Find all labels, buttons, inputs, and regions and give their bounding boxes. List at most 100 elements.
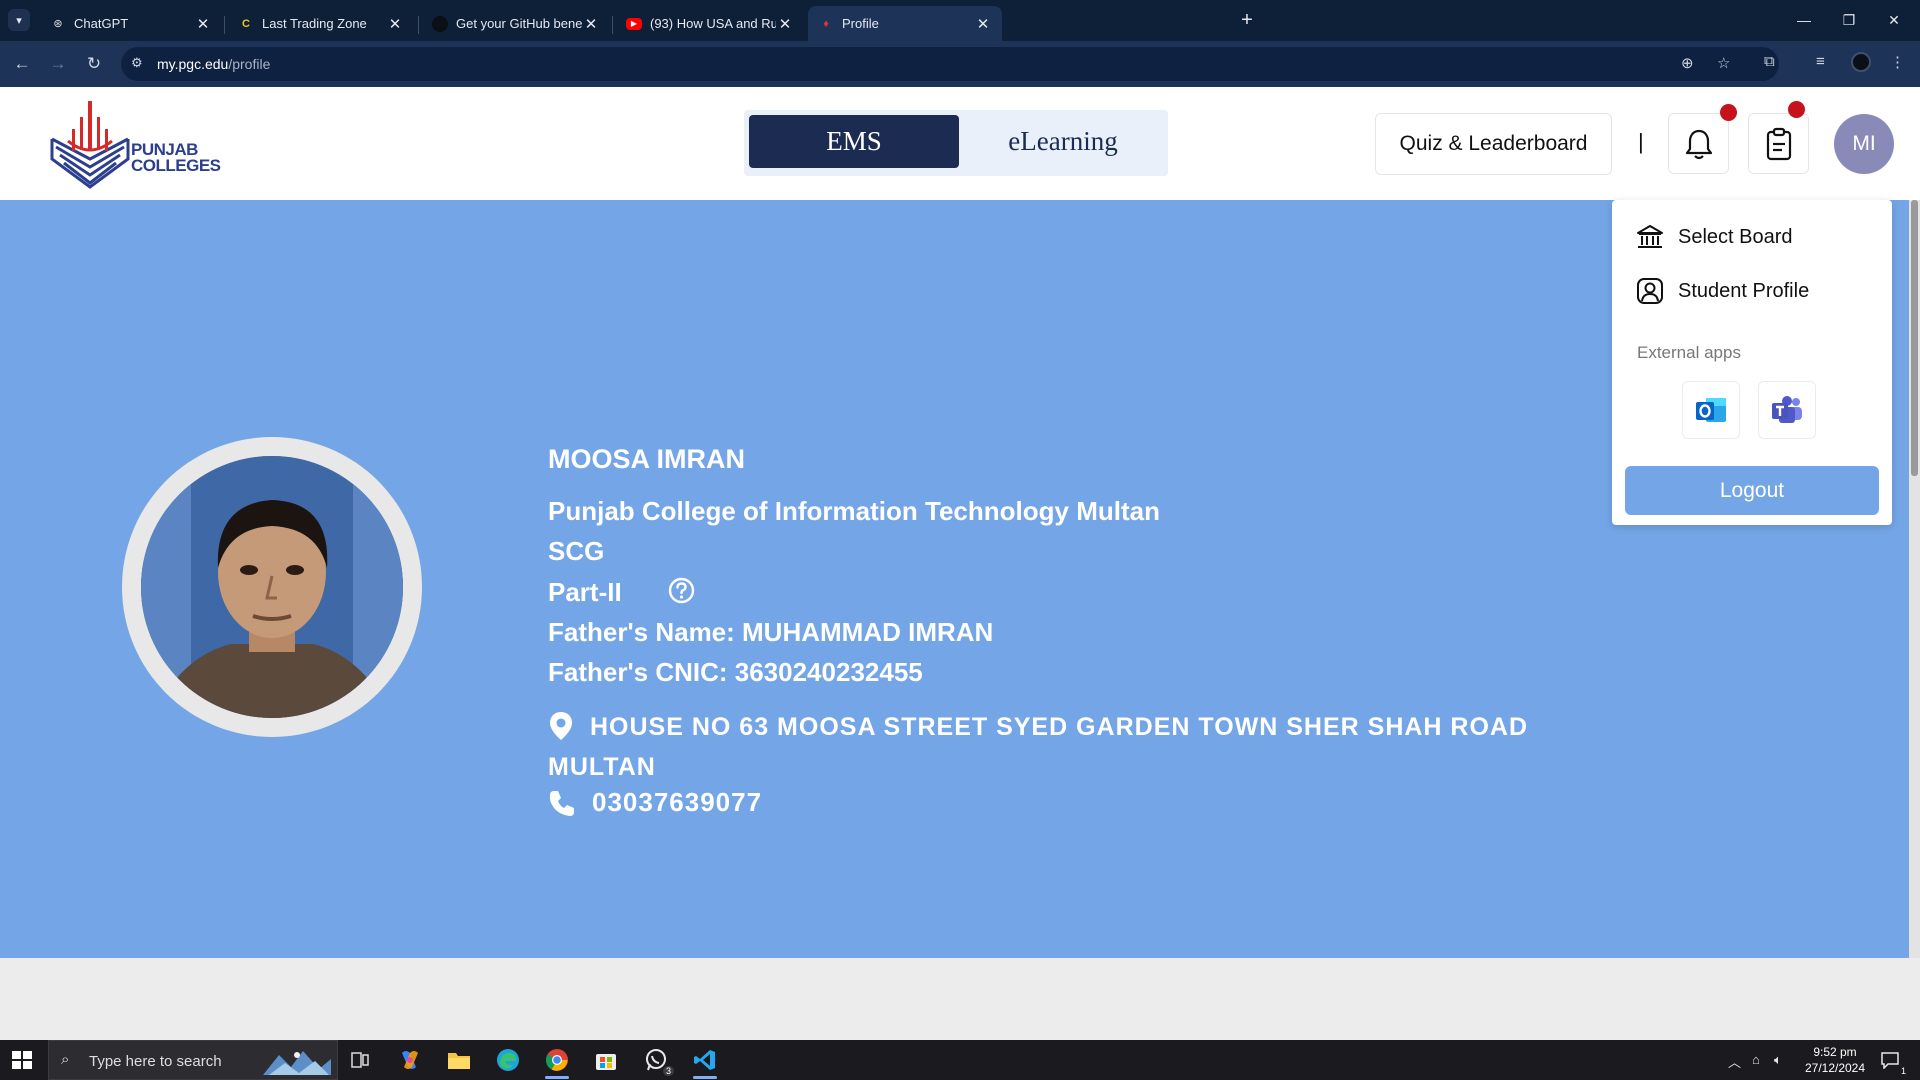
tab-search-chevron-icon[interactable]: ▾ — [8, 9, 30, 31]
portal-switcher: EMS eLearning — [744, 110, 1168, 176]
browser-profile-icon[interactable] — [1851, 52, 1871, 72]
minimize-button[interactable]: — — [1784, 8, 1824, 32]
windows-start-icon[interactable] — [12, 1051, 32, 1069]
forward-icon[interactable]: → — [46, 52, 70, 76]
address-text: HOUSE NO 63 MOOSA STREET SYED GARDEN TOW… — [548, 713, 1529, 781]
tab-close-icon[interactable]: ✕ — [582, 15, 600, 33]
browser-toolbar: ← → ↻ ⚙ my.pgc.edu/profile ⊕ ☆ ⧉ ≡ ⋮ — [0, 41, 1920, 87]
tab-github-benefits[interactable]: Get your GitHub benefits - GitH ✕ — [422, 6, 610, 41]
url-text: my.pgc.edu/profile — [157, 56, 270, 72]
system-clock[interactable]: 9:52 pm 27/12/2024 — [1800, 1044, 1870, 1076]
phone-icon — [549, 790, 574, 816]
chrome-browser-icon[interactable] — [539, 1044, 575, 1079]
logo-wordmark: PUNJAB COLLEGES — [131, 141, 221, 175]
volume-icon[interactable]: 🔈︎ — [1774, 1052, 1782, 1068]
bank-icon — [1637, 225, 1663, 248]
taskbar-search-box[interactable]: ⌕ Type here to search — [48, 1040, 338, 1080]
site-info-icon[interactable]: ⚙ — [131, 55, 143, 71]
search-highlight-art-icon — [263, 1051, 331, 1075]
address-bar[interactable]: ⚙ my.pgc.edu/profile ⊕ ☆ — [121, 47, 1779, 81]
menu-dots-icon[interactable]: ⋮ — [1890, 53, 1905, 71]
tab-close-icon[interactable]: ✕ — [974, 15, 992, 33]
phone-row: 03037639077 — [548, 787, 762, 818]
star-icon[interactable]: ☆ — [1717, 54, 1730, 72]
select-board-label: Select Board — [1678, 225, 1793, 248]
part-label: Part-II — [548, 577, 622, 607]
tasks-alert-dot — [1788, 101, 1805, 118]
select-board-item[interactable]: Select Board — [1636, 223, 1793, 251]
logout-button[interactable]: Logout — [1625, 466, 1879, 515]
back-icon[interactable]: ← — [10, 52, 34, 76]
edge-browser-icon[interactable] — [490, 1044, 526, 1076]
search-icon: ⌕ — [61, 1051, 70, 1068]
clipboard-icon — [1766, 127, 1791, 160]
url-path: /profile — [228, 56, 271, 72]
tab-separator — [224, 16, 225, 34]
network-icon[interactable]: ⌂ — [1752, 1052, 1760, 1067]
bell-icon — [1685, 129, 1712, 159]
tab-youtube[interactable]: ▶ (93) How USA and Russia Foug ✕ — [616, 6, 804, 41]
tab-close-icon[interactable]: ✕ — [386, 15, 404, 33]
college-name: Punjab College of Information Technology… — [548, 496, 1160, 526]
browser-tabstrip: ▾ ⊛ ChatGPT ✕ C Last Trading Zone ✕ Get … — [0, 0, 1920, 41]
address-row: HOUSE NO 63 MOOSA STREET SYED GARDEN TOW… — [548, 707, 1568, 787]
task-view-icon[interactable] — [342, 1044, 378, 1076]
tab-close-icon[interactable]: ✕ — [194, 15, 212, 33]
tab-last-trading-zone[interactable]: C Last Trading Zone ✕ — [228, 6, 414, 41]
teams-icon — [1772, 396, 1802, 423]
tab-close-icon[interactable]: ✕ — [776, 15, 794, 33]
tasks-button[interactable] — [1748, 113, 1809, 174]
notification-count: 1 — [1900, 1066, 1906, 1076]
tab-separator — [418, 16, 419, 34]
close-window-button[interactable]: ✕ — [1874, 8, 1914, 32]
logo-line-2: COLLEGES — [131, 156, 221, 175]
father-name: Father's Name: MUHAMMAD IMRAN — [548, 617, 994, 647]
tab-chatgpt[interactable]: ⊛ ChatGPT ✕ — [40, 6, 222, 41]
page-scrollbar-thumb[interactable] — [1911, 200, 1918, 476]
profile-photo — [141, 456, 403, 718]
file-explorer-icon[interactable] — [441, 1044, 477, 1076]
whatsapp-badge: 3 — [662, 1066, 674, 1076]
restore-button[interactable]: ❐ — [1829, 8, 1869, 32]
student-profile-label: Student Profile — [1678, 279, 1810, 302]
teams-app-button[interactable] — [1758, 381, 1816, 439]
location-pin-icon — [550, 712, 572, 740]
help-icon[interactable] — [668, 577, 695, 604]
vscode-icon[interactable] — [687, 1044, 723, 1079]
notification-center-icon[interactable]: 1 — [1872, 1044, 1908, 1076]
new-tab-button[interactable]: + — [1234, 8, 1260, 34]
user-avatar-button[interactable]: MI — [1834, 114, 1894, 174]
chatgpt-favicon-icon: ⊛ — [53, 18, 63, 30]
external-apps-heading: External apps — [1637, 343, 1741, 362]
ems-toggle-button[interactable]: EMS — [749, 115, 959, 168]
student-profile-item[interactable]: Student Profile — [1636, 277, 1809, 305]
tab-title: (93) How USA and Russia Foug — [650, 16, 776, 31]
extensions-icon[interactable]: ⧉ — [1764, 53, 1775, 70]
trading-favicon-icon: C — [242, 17, 250, 30]
tray-overflow-icon[interactable]: ︿ — [1728, 1052, 1741, 1071]
pgc-favicon-icon: ♦ — [823, 17, 829, 30]
copilot-icon[interactable] — [392, 1044, 428, 1076]
tab-title: Profile — [842, 16, 879, 31]
windows-taskbar: ⌕ Type here to search 3 ︿ ⌂ 🔈︎ 9:52 pm 2… — [0, 1040, 1920, 1080]
outlook-app-button[interactable] — [1682, 381, 1740, 439]
user-menu-dropdown: Select Board Student Profile External ap… — [1612, 200, 1892, 525]
phone-number: 03037639077 — [592, 787, 763, 817]
reload-icon[interactable]: ↻ — [82, 52, 106, 76]
tab-title: ChatGPT — [74, 16, 129, 31]
father-cnic: Father's CNIC: 3630240232455 — [548, 657, 923, 687]
elearning-toggle-button[interactable]: eLearning — [958, 115, 1168, 168]
tab-title: Last Trading Zone — [262, 16, 367, 31]
notifications-button[interactable] — [1668, 113, 1729, 174]
media-queue-icon[interactable]: ≡ — [1816, 53, 1825, 70]
student-portrait — [141, 456, 403, 718]
tab-profile[interactable]: ♦ Profile ✕ — [808, 6, 1002, 41]
program-code: SCG — [548, 536, 605, 566]
clock-time: 9:52 pm — [1813, 1045, 1857, 1059]
quiz-leaderboard-button[interactable]: Quiz & Leaderboard — [1375, 113, 1612, 175]
whatsapp-icon[interactable]: 3 — [638, 1044, 674, 1076]
notification-alert-dot — [1720, 104, 1737, 121]
url-host: my.pgc.edu — [157, 56, 229, 72]
microsoft-store-icon[interactable] — [588, 1044, 624, 1076]
zoom-icon[interactable]: ⊕ — [1681, 54, 1694, 72]
